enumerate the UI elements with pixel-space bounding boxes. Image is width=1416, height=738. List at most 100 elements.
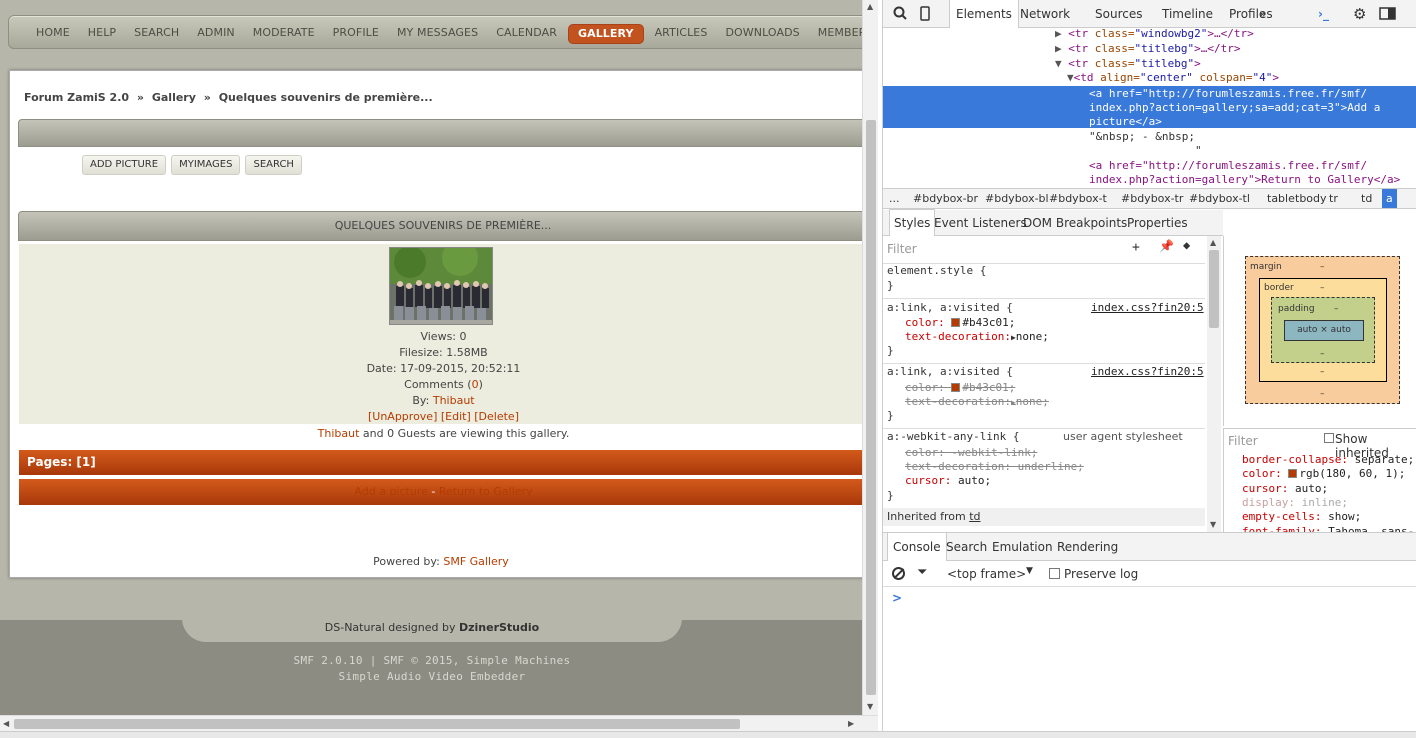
search-button[interactable]: SEARCH — [245, 155, 302, 175]
tab-elements[interactable]: Elements — [949, 0, 1019, 28]
element-state-icon[interactable]: ◆ — [1183, 238, 1190, 252]
nav-item-articles[interactable]: ARTICLES — [646, 24, 717, 44]
dom-crumb-[interactable]: ... — [889, 189, 900, 208]
frame-select[interactable]: <top frame> — [947, 567, 1026, 581]
show-inherited-checkbox[interactable] — [1324, 433, 1334, 443]
inherited-element-link[interactable]: td — [969, 510, 980, 523]
box-content[interactable]: auto × auto — [1284, 320, 1364, 341]
scroll-up-arrow-icon[interactable]: ▲ — [867, 2, 873, 11]
computed-property[interactable]: empty-cells: show; — [1242, 510, 1361, 525]
rule1-selector[interactable]: a:link, a:visited { — [887, 301, 1013, 316]
rule3-cursor-decl[interactable]: cursor: auto; — [905, 474, 991, 489]
dom-crumb-a[interactable]: a — [1382, 189, 1397, 208]
page-horizontal-scrollbar[interactable]: ◀ ▶ — [0, 715, 878, 731]
padding-top-value[interactable]: – — [1334, 304, 1339, 314]
dom-node-selected-anchor[interactable]: <a href="http://forumleszamis.free.fr/sm… — [883, 86, 1416, 128]
tab-timeline[interactable]: Timeline — [1162, 0, 1213, 28]
computed-property[interactable]: color: rgb(180, 60, 1); — [1242, 467, 1405, 482]
dock-icon[interactable] — [1379, 0, 1397, 28]
clear-console-icon[interactable] — [892, 567, 905, 580]
dom-crumb-tbody[interactable]: tbody — [1295, 189, 1327, 208]
tab-emulation[interactable]: Emulation — [992, 533, 1053, 561]
computed-property[interactable]: cursor: auto; — [1242, 482, 1328, 497]
color-swatch-icon[interactable] — [951, 318, 961, 327]
horizontal-scroll-thumb[interactable] — [14, 719, 740, 729]
viewer-link[interactable]: Thibaut — [318, 427, 360, 440]
dom-node-tr-windowbg2[interactable]: ▶ <tr class="windowbg2">…</tr> — [1055, 28, 1254, 42]
computed-property[interactable]: border-collapse: separate; — [1242, 453, 1414, 468]
dom-crumb-bdybox-t[interactable]: #bdybox-t — [1049, 189, 1107, 208]
computed-property[interactable]: display: inline; — [1242, 496, 1348, 511]
console-prompt[interactable]: > — [892, 591, 902, 605]
dom-node-td[interactable]: ▼<td align="center" colspan="4"> — [1067, 71, 1279, 86]
rule1-decoration-decl[interactable]: text-decoration:▶none; — [905, 330, 1049, 346]
add-picture-link[interactable]: Add a picture — [354, 485, 427, 498]
tab-styles[interactable]: Styles — [889, 209, 936, 236]
computed-property[interactable]: font-family: Tahoma, sans- — [1242, 525, 1414, 533]
element-style-selector[interactable]: element.style { — [887, 264, 986, 279]
author-link[interactable]: Thibaut — [433, 394, 475, 407]
rule3-selector[interactable]: a:-webkit-any-link { — [887, 430, 1019, 445]
filter-funnel-icon[interactable]: ⏷ — [917, 565, 927, 580]
dom-crumb-td[interactable]: td — [1361, 189, 1372, 208]
tab-network[interactable]: Network — [1020, 0, 1070, 28]
sub-copyright-line[interactable]: Simple Audio Video Embedder — [0, 669, 864, 685]
dom-crumb-bdybox-br[interactable]: #bdybox-br — [913, 189, 978, 208]
nav-item-help[interactable]: HELP — [79, 24, 125, 44]
more-tabs-icon[interactable]: » — [1259, 0, 1266, 28]
tab-search[interactable]: Search — [946, 533, 987, 561]
pagination[interactable]: Pages: [1] — [19, 450, 864, 475]
tab-sources[interactable]: Sources — [1095, 0, 1142, 28]
new-style-rule-icon[interactable]: + — [1132, 240, 1140, 255]
dom-crumb-bdybox-bl[interactable]: #bdybox-bl — [985, 189, 1049, 208]
dom-crumb-bdybox-tr[interactable]: #bdybox-tr — [1121, 189, 1183, 208]
edit-link[interactable]: [Edit] — [441, 410, 471, 423]
nav-item-search[interactable]: SEARCH — [125, 24, 188, 44]
rule2-selector[interactable]: a:link, a:visited { — [887, 365, 1013, 380]
styles-scrollbar[interactable]: ▲ ▼ — [1207, 236, 1221, 532]
tab-rendering[interactable]: Rendering — [1057, 533, 1118, 561]
border-top-value[interactable]: – — [1320, 283, 1325, 293]
nav-item-my-messages[interactable]: MY MESSAGES — [388, 24, 487, 44]
pin-icon[interactable]: 📌 — [1159, 239, 1174, 253]
computed-filter-input[interactable]: Filter — [1228, 434, 1258, 448]
nav-item-moderate[interactable]: MODERATE — [244, 24, 324, 44]
rule3-decoration-decl[interactable]: text-decoration: underline; — [905, 460, 1084, 475]
scroll-up-arrow-icon[interactable]: ▲ — [1210, 238, 1216, 247]
return-to-gallery-link[interactable]: Return to Gallery — [439, 485, 533, 498]
nav-item-home[interactable]: HOME — [27, 24, 79, 44]
rule2-source-link[interactable]: index.css?fin20:5 — [1091, 365, 1204, 380]
nav-item-calendar[interactable]: CALENDAR — [487, 24, 566, 44]
console-drawer-icon[interactable]: ›_ — [1318, 0, 1329, 28]
tab-console[interactable]: Console — [887, 532, 947, 561]
box-margin[interactable]: margin – – border – – padding – – auto ×… — [1245, 256, 1400, 404]
dom-node-tr-titlebg-open[interactable]: ▼ <tr class="titlebg"> — [1055, 57, 1201, 72]
breadcrumb-album[interactable]: Quelques souvenirs de première... — [219, 91, 433, 104]
device-mode-icon[interactable] — [919, 0, 931, 28]
dom-crumb-bdybox-tl[interactable]: #bdybox-tl — [1189, 189, 1250, 208]
dom-crumb-table[interactable]: table — [1267, 189, 1295, 208]
margin-top-value[interactable]: – — [1320, 262, 1325, 272]
rule2-color-decl[interactable]: color: #b43c01; — [905, 381, 1015, 396]
rule2-decoration-decl[interactable]: text-decoration:▶none; — [905, 395, 1049, 411]
settings-gear-icon[interactable]: ⚙ — [1353, 0, 1366, 28]
border-bottom-value[interactable]: – — [1320, 367, 1325, 377]
comments-count-link[interactable]: 0 — [472, 378, 479, 391]
rule1-source-link[interactable]: index.css?fin20:5 — [1091, 301, 1204, 316]
dom-crumb-tr[interactable]: tr — [1329, 189, 1338, 208]
scroll-right-arrow-icon[interactable]: ▶ — [848, 719, 854, 728]
scroll-down-arrow-icon[interactable]: ▼ — [1210, 520, 1216, 529]
tab-event-listeners[interactable]: Event Listeners — [934, 210, 1027, 236]
tab-dom-breakpoints[interactable]: DOM Breakpoints — [1023, 210, 1127, 236]
scroll-down-arrow-icon[interactable]: ▼ — [867, 702, 873, 711]
nav-item-members[interactable]: MEMBERS — [809, 24, 864, 44]
picture-thumbnail[interactable] — [389, 240, 493, 325]
unapprove-link[interactable]: [UnApprove] — [368, 410, 437, 423]
vertical-scroll-thumb[interactable] — [866, 120, 876, 695]
nav-item-gallery[interactable]: GALLERY — [567, 24, 644, 44]
frame-dropdown-icon[interactable]: ▼ — [1026, 566, 1033, 576]
nav-item-admin[interactable]: ADMIN — [188, 24, 243, 44]
dom-node-return-link[interactable]: <a href="http://forumleszamis.free.fr/sm… — [1089, 159, 1367, 174]
rule1-color-decl[interactable]: color: #b43c01; — [905, 316, 1015, 331]
page-vertical-scrollbar[interactable]: ▲ ▼ — [862, 0, 878, 715]
